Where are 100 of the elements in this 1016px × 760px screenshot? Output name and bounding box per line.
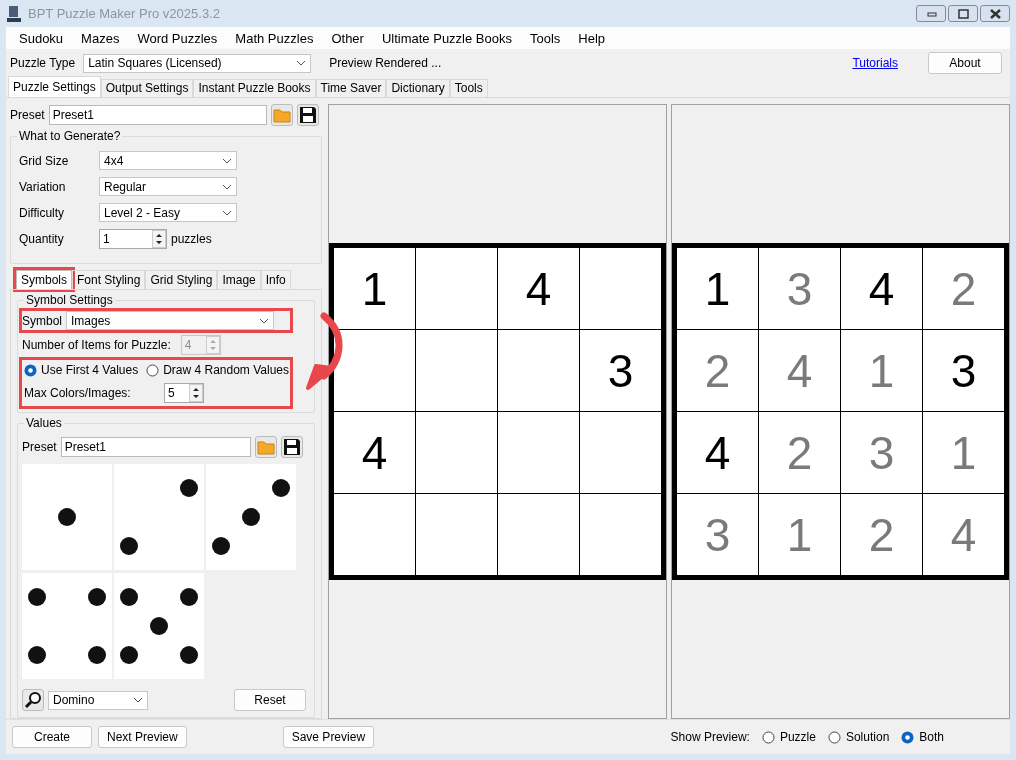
radio-button[interactable] [827,730,841,744]
status-text: Preview Rendered ... [329,56,443,70]
dropdown[interactable]: Level 2 - Easy [99,203,237,222]
grid-cell: 1 [334,248,415,329]
grid-cell: 2 [759,412,840,493]
radio-button[interactable] [761,730,775,744]
preset-field[interactable]: Preset1 [48,105,267,125]
caret-icon [259,316,269,325]
menu-item[interactable]: Math Puzzles [226,30,323,46]
image-set-dropdown[interactable]: Domino [48,690,148,710]
radio-option[interactable]: Puzzle [761,730,816,744]
dropdown[interactable]: Regular [99,177,237,196]
next-preview-button[interactable]: Next Preview [98,726,187,748]
tab[interactable]: Font Styling [72,270,146,289]
tab[interactable]: Tools [449,79,488,97]
caret-icon [222,182,232,191]
spinner-arrows-icon [189,384,203,402]
grid-cell: 4 [841,248,922,329]
maximize-icon [955,7,971,20]
tab[interactable]: Dictionary [386,79,450,97]
tab[interactable]: Info [260,270,291,289]
folder-icon [272,107,291,123]
caret-icon [222,208,232,217]
menu-item[interactable]: Sudoku [10,30,73,46]
tab[interactable]: Output Settings [100,79,194,97]
spinner-arrows-icon [152,230,166,248]
reset-button[interactable]: Reset [234,689,306,711]
radio-option[interactable]: Draw 4 Random Values [146,363,289,377]
grid-cell: 4 [498,248,579,329]
grid-cell: 3 [841,412,922,493]
grid-cell: 4 [677,412,758,493]
about-button[interactable]: About [928,52,1002,74]
radio-button[interactable] [24,363,37,377]
dropdown[interactable]: 4x4 [99,151,237,170]
grid-cell: 2 [923,248,1004,329]
search-icon [24,691,42,709]
field-label: Grid Size [19,153,70,168]
tab[interactable]: Image [217,270,261,289]
save-preview-button[interactable]: Save Preview [282,726,375,748]
menu-item[interactable]: Ultimate Puzzle Books [372,30,521,46]
caret-icon [222,156,232,165]
grid-cell: 1 [677,248,758,329]
caret-icon [296,59,307,67]
tab[interactable]: Symbols [16,270,72,289]
maximize-button[interactable] [948,5,978,22]
window-title: BPT Puzzle Maker Pro v2025.3.2 [28,6,221,21]
grid-cell: 3 [580,330,661,411]
menu-item[interactable]: Help [569,30,615,46]
save-button[interactable] [280,436,303,458]
grid-cell: 4 [923,494,1004,575]
field-label: Quantity [19,232,65,246]
folder-icon [256,439,275,455]
tab[interactable]: Time Saver [315,79,387,97]
tab[interactable]: Puzzle Settings [8,76,101,97]
menu-item[interactable]: Tools [521,30,570,46]
caret-icon [133,696,143,704]
radio-option[interactable]: Both [901,730,944,744]
radio-button[interactable] [146,363,160,377]
close-button[interactable] [980,5,1010,22]
grid-cell: 3 [677,494,758,575]
preset-label: Preset [10,108,45,122]
puzzle-type-label: Puzzle Type [10,56,76,70]
field-label: Difficulty [19,205,66,220]
tab[interactable]: Grid Styling [145,270,218,289]
group-title: Values [24,416,64,430]
quantity-spinner[interactable]: 1 [99,229,167,249]
grid-cell: 2 [677,330,758,411]
items-label: Number of Items for Puzzle: [22,338,171,352]
grid-cell: 4 [759,330,840,411]
puzzle-type-dropdown[interactable]: Latin Squares (Licensed) [83,53,312,73]
max-label: Max Colors/Images: [24,386,132,400]
grid-cell: 1 [923,412,1004,493]
grid-cell: 1 [841,330,922,411]
minimize-button[interactable] [916,5,946,22]
show-preview-label: Show Preview: [670,730,750,744]
tutorials-link[interactable]: Tutorials [852,56,898,70]
grid-cell: 4 [334,412,415,493]
preset-field[interactable]: Preset1 [60,437,251,457]
menu-item[interactable]: Other [322,30,373,46]
zoom-button[interactable] [22,689,44,711]
grid-cell: 1 [759,494,840,575]
create-button[interactable]: Create [12,726,92,748]
radio-option[interactable]: Solution [827,730,890,744]
grid-cell: 3 [923,330,1004,411]
spinner-arrows-icon [205,336,220,354]
unit-label: puzzles [171,232,212,246]
field-label: Variation [19,179,67,194]
save-button[interactable] [296,104,319,126]
symbol-dropdown[interactable]: Images [66,311,274,330]
radio-button[interactable] [901,730,915,744]
menu-item[interactable]: Word Puzzles [128,30,227,46]
grid-cell: 2 [841,494,922,575]
max-spinner[interactable]: 5 [164,383,204,403]
group-title: Symbol Settings [24,293,115,307]
menu-item[interactable]: Mazes [72,30,129,46]
grid-cell: 3 [759,248,840,329]
symbol-label: Symbol [22,313,62,328]
group-title: What to Generate? [17,129,123,143]
tab[interactable]: Instant Puzzle Books [193,79,316,97]
radio-option[interactable]: Use First 4 Values [24,363,139,377]
